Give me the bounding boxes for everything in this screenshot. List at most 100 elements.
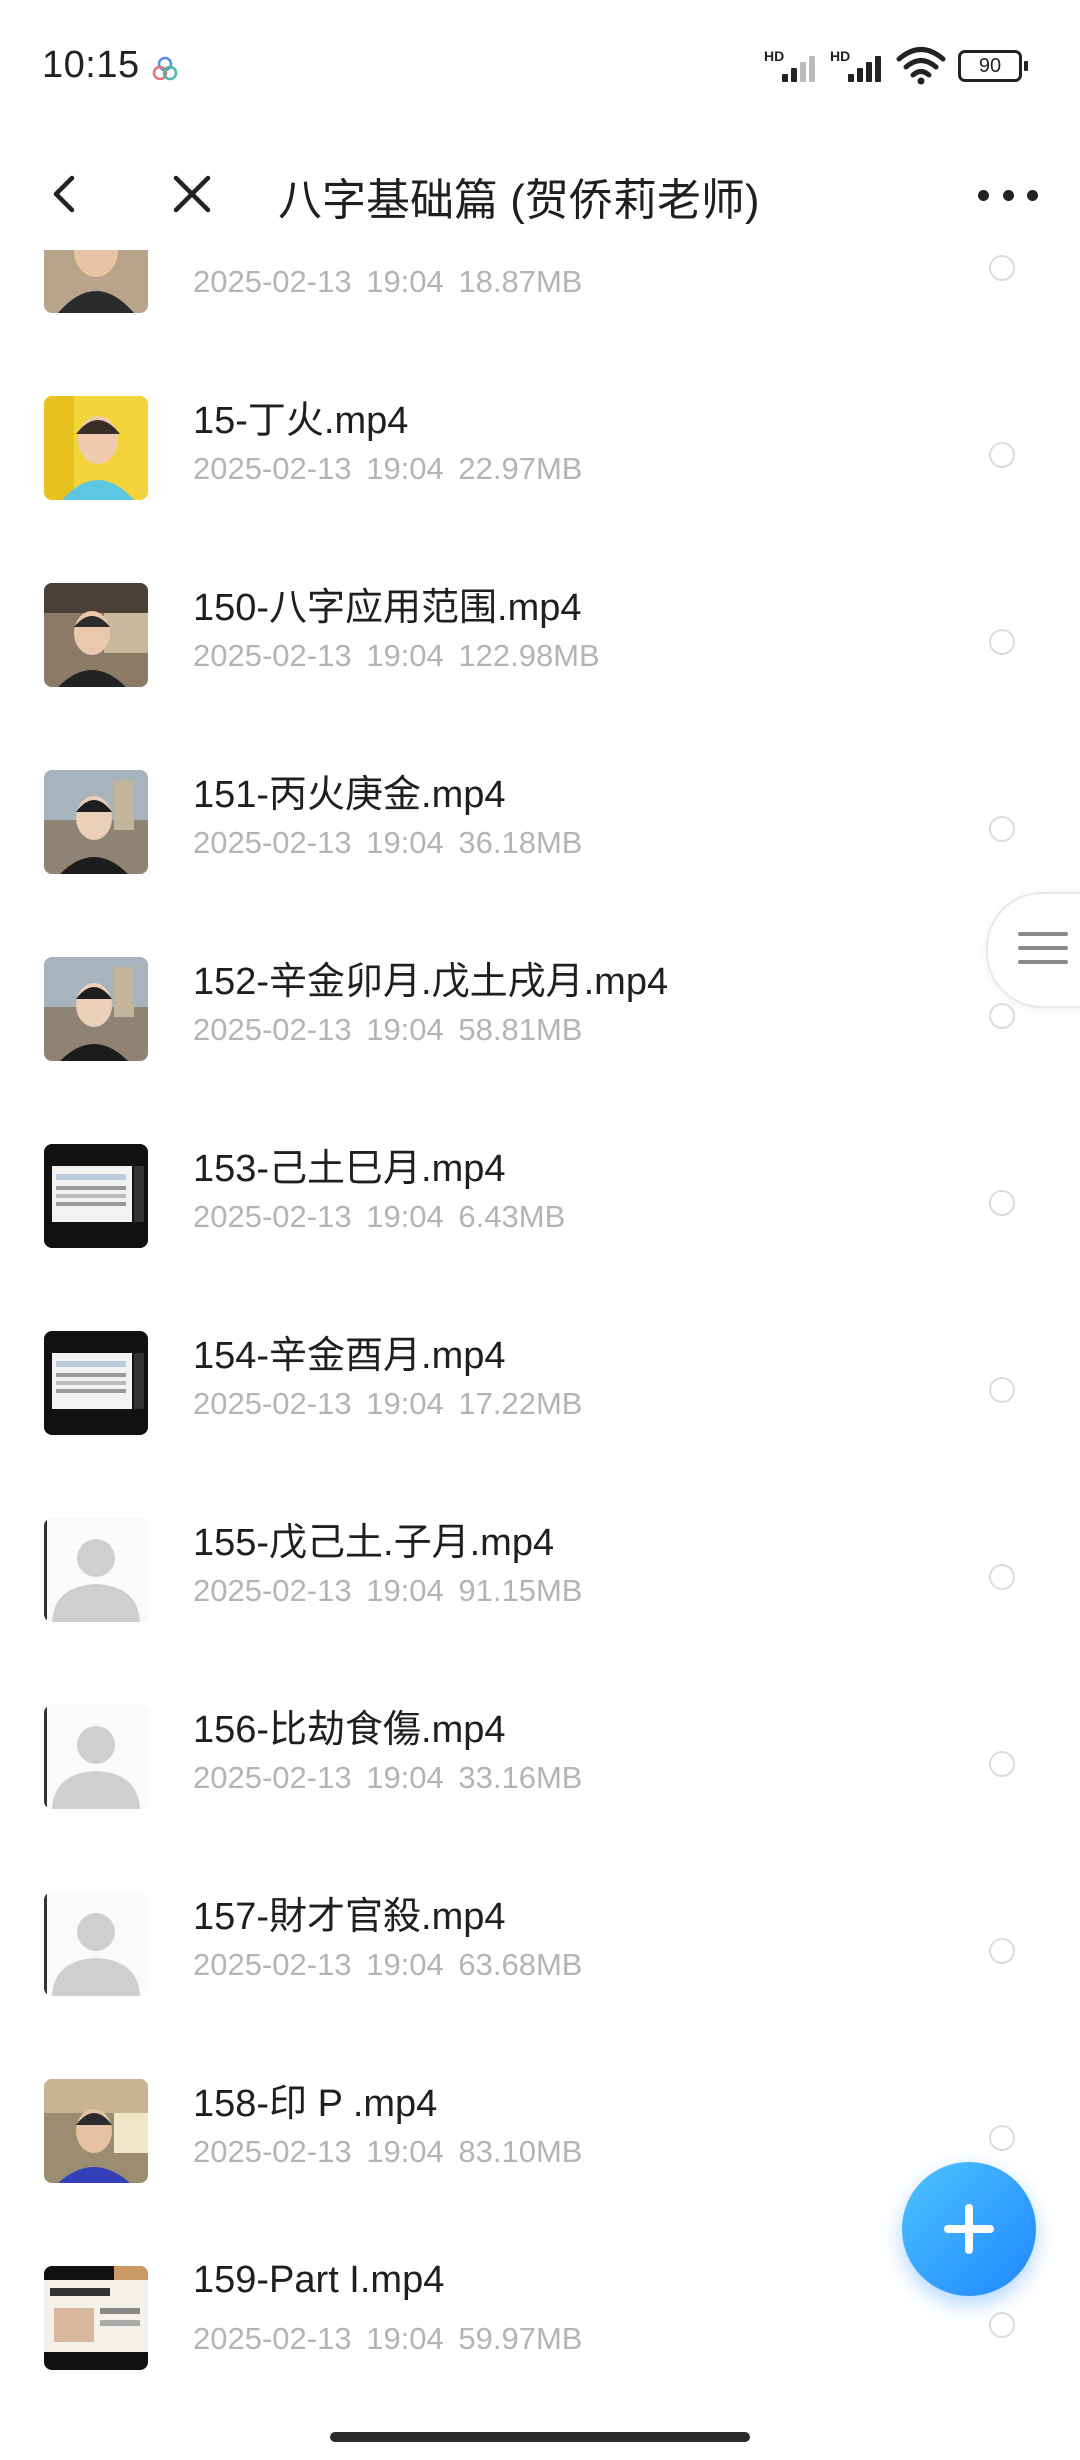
signal-hd-label: HD [764,48,785,64]
video-thumbnail [44,2266,148,2370]
select-radio[interactable] [989,255,1015,281]
page-title: 八字基础篇 (贺侨莉老师) [278,176,760,225]
file-size: 17.22MB [458,1386,583,1421]
file-time: 19:04 [366,2321,444,2356]
file-date: 2025-02-13 [193,1947,352,1982]
select-radio[interactable] [989,629,1015,655]
select-radio[interactable] [989,1003,1015,1029]
file-time: 19:04 [366,451,444,486]
file-size: 33.16MB [458,1760,583,1795]
home-indicator[interactable] [330,2432,750,2442]
file-date: 2025-02-13 [193,1199,352,1234]
file-meta: 2025-02-13 19:04 59.97MB [193,2321,582,2357]
file-row[interactable]: 155-戊己土.子月.mp4 2025-02-13 19:04 91.15MB [0,1458,1080,1645]
file-row[interactable]: 158-印 P .mp4 2025-02-13 19:04 83.10MB [0,2019,1080,2206]
file-time: 19:04 [366,2134,444,2169]
select-radio[interactable] [989,1564,1015,1590]
select-radio[interactable] [989,2312,1015,2338]
file-meta: 2025-02-13 19:04 63.68MB [193,1947,582,1983]
file-date: 2025-02-13 [193,451,352,486]
file-meta: 2025-02-13 19:04 36.18MB [193,825,582,861]
file-date: 2025-02-13 [193,1573,352,1608]
file-row[interactable]: 157-財才官殺.mp4 2025-02-13 19:04 63.68MB [0,1832,1080,2019]
file-row[interactable]: 150-八字应用范围.mp4 2025-02-13 19:04 122.98MB [0,523,1080,710]
file-date: 2025-02-13 [193,1012,352,1047]
file-time: 19:04 [366,1199,444,1234]
video-thumbnail [44,2079,148,2183]
file-size: 22.97MB [458,451,583,486]
file-size: 122.98MB [458,638,600,673]
file-name: 155-戊己土.子月.mp4 [193,1522,555,1564]
more-icon[interactable] [978,170,1038,220]
file-list: 2025-02-13 19:04 18.87MB 15-丁火.mp4 2025-02… [0,250,1080,2400]
video-thumbnail [44,396,148,500]
file-row[interactable]: 156-比劫食傷.mp4 2025-02-13 19:04 33.16MB [0,1645,1080,1832]
file-date: 2025-02-13 [193,638,352,673]
signal-icon: HD [830,48,884,84]
file-row[interactable]: 2025-02-13 19:04 18.87MB [0,250,1080,336]
file-size: 6.43MB [458,1199,566,1234]
select-radio[interactable] [989,1751,1015,1777]
video-thumbnail [44,770,148,874]
video-thumbnail [44,957,148,1061]
file-meta: 2025-02-13 19:04 33.16MB [193,1760,582,1796]
file-size: 59.97MB [458,2321,583,2356]
file-size: 18.87MB [458,264,583,299]
file-meta: 2025-02-13 19:04 17.22MB [193,1386,582,1422]
file-time: 19:04 [366,1386,444,1421]
file-name: 157-財才官殺.mp4 [193,1896,506,1938]
file-size: 36.18MB [458,825,583,860]
video-thumbnail [44,1705,148,1809]
select-radio[interactable] [989,1190,1015,1216]
file-time: 19:04 [366,264,444,299]
file-row[interactable]: 153-己土巳月.mp4 2025-02-13 19:04 6.43MB [0,1084,1080,1271]
select-radio[interactable] [989,1377,1015,1403]
file-date: 2025-02-13 [193,264,352,299]
video-thumbnail [44,1892,148,1996]
file-time: 19:04 [366,1947,444,1982]
file-meta: 2025-02-13 19:04 18.87MB [193,264,582,300]
battery-level: 90 [958,50,1022,82]
select-radio[interactable] [989,2125,1015,2151]
file-date: 2025-02-13 [193,2321,352,2356]
select-radio[interactable] [989,1938,1015,1964]
file-row[interactable]: 154-辛金酉月.mp4 2025-02-13 19:04 17.22MB [0,1271,1080,1458]
file-time: 19:04 [366,638,444,673]
file-date: 2025-02-13 [193,825,352,860]
file-name: 153-己土巳月.mp4 [193,1148,506,1190]
file-name: 152-辛金卯月.戊土戌月.mp4 [193,961,669,1003]
file-meta: 2025-02-13 19:04 58.81MB [193,1012,582,1048]
menu-lines-icon [1018,932,1068,968]
file-name: 15-丁火.mp4 [193,400,409,442]
file-name: 151-丙火庚金.mp4 [193,774,506,816]
signal-icon: HD [764,48,818,84]
file-size: 83.10MB [458,2134,583,2169]
header: 八字基础篇 (贺侨莉老师) [0,140,1080,250]
select-radio[interactable] [989,442,1015,468]
file-meta: 2025-02-13 19:04 22.97MB [193,451,582,487]
wifi-icon [896,47,946,85]
file-size: 58.81MB [458,1012,583,1047]
file-name: 154-辛金酉月.mp4 [193,1335,506,1377]
status-bar: 10:15 HD HD 90 [0,0,1080,140]
file-time: 19:04 [366,1012,444,1047]
file-date: 2025-02-13 [193,2134,352,2169]
file-name: 158-印 P .mp4 [193,2083,438,2125]
file-row[interactable]: 152-辛金卯月.戊土戌月.mp4 2025-02-13 19:04 58.81M… [0,897,1080,1084]
add-button[interactable] [902,2162,1036,2296]
app-notification-icon [152,56,178,81]
file-name: 159-Part I.mp4 [193,2259,445,2301]
file-size: 63.68MB [458,1947,583,1982]
file-size: 91.15MB [458,1573,583,1608]
file-meta: 2025-02-13 19:04 122.98MB [193,638,600,674]
file-row[interactable]: 15-丁火.mp4 2025-02-13 19:04 22.97MB [0,336,1080,523]
video-thumbnail [44,583,148,687]
select-radio[interactable] [989,816,1015,842]
file-time: 19:04 [366,1760,444,1795]
file-meta: 2025-02-13 19:04 91.15MB [193,1573,582,1609]
back-icon[interactable] [40,168,92,220]
close-icon[interactable] [166,168,218,220]
file-row[interactable]: 151-丙火庚金.mp4 2025-02-13 19:04 36.18MB [0,710,1080,897]
signal-hd-label: HD [830,48,851,64]
file-name: 150-八字应用范围.mp4 [193,587,582,629]
